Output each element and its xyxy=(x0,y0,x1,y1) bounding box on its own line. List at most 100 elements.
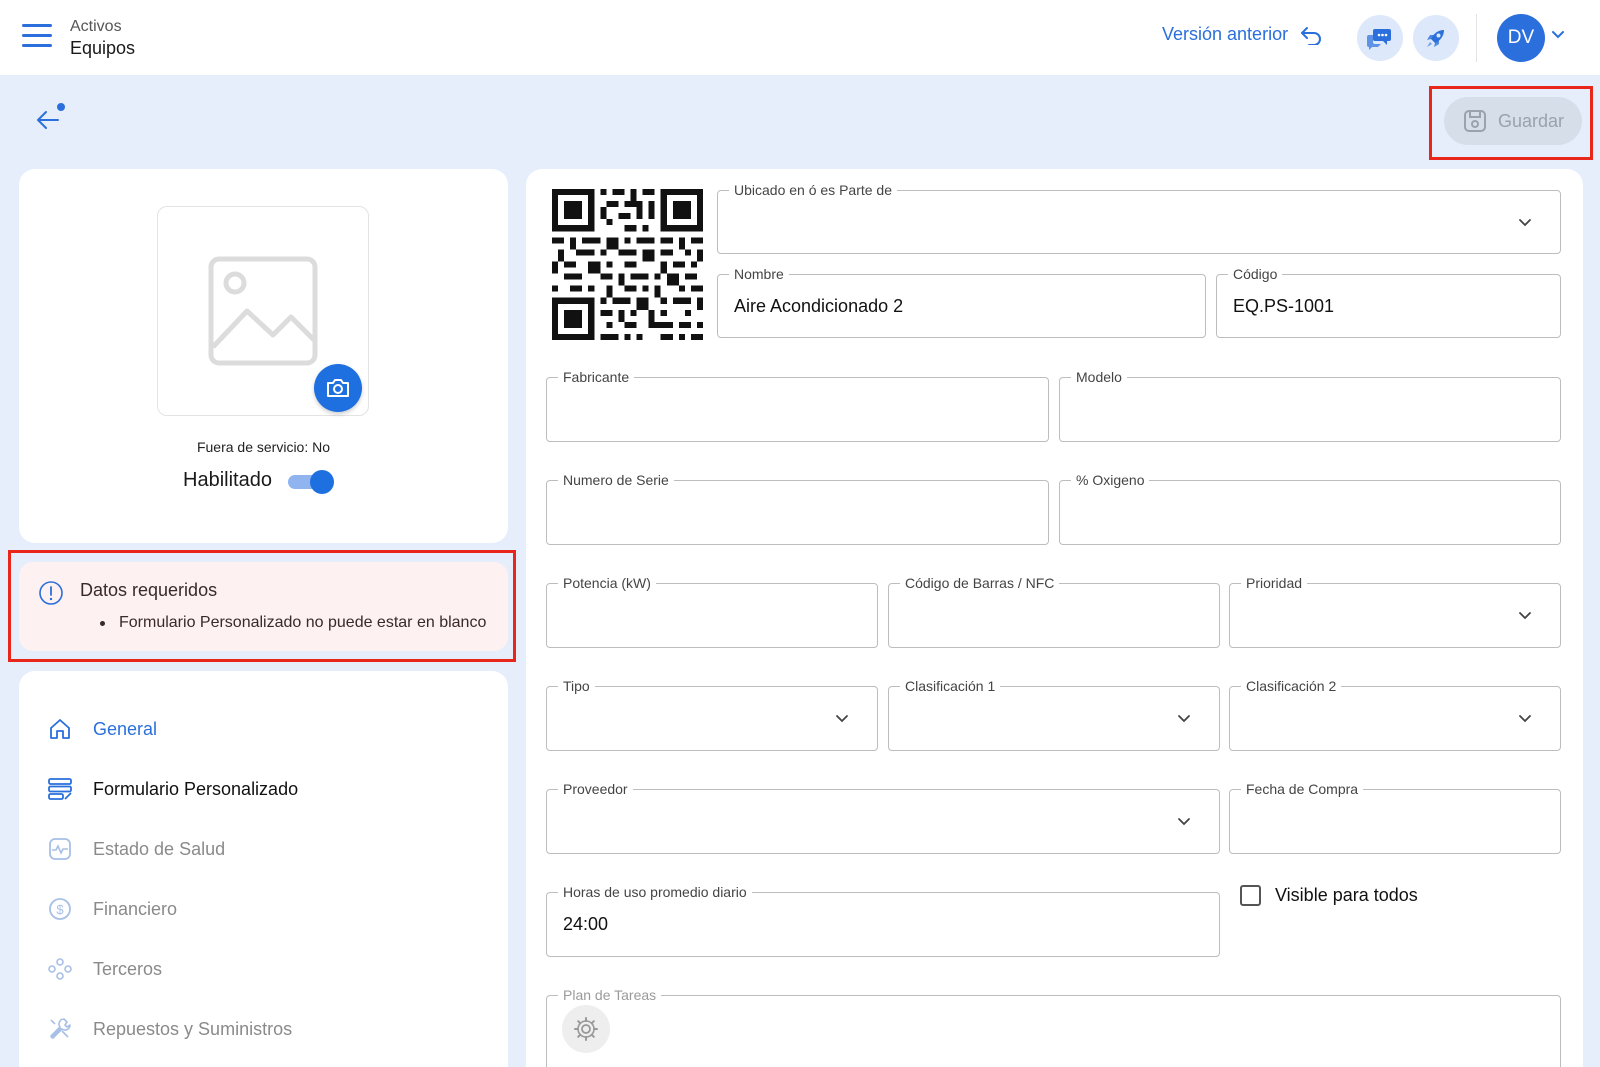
section-nav: General Formulario Personalizado Estado … xyxy=(19,671,508,1067)
image-placeholder-icon xyxy=(208,256,318,366)
field-label: Numero de Serie xyxy=(558,471,674,489)
supplier-select[interactable]: Proveedor xyxy=(546,780,1220,854)
field-label: Fabricante xyxy=(558,368,635,386)
home-icon xyxy=(50,719,70,739)
save-label: Guardar xyxy=(1497,110,1565,131)
nav-item-third-parties[interactable]: Terceros xyxy=(47,949,162,989)
tools-icon xyxy=(50,1018,71,1039)
field-label: Proveedor xyxy=(558,780,633,798)
enabled-row: Habilitado xyxy=(183,469,334,494)
location-parent-select[interactable]: Ubicado en ó es Parte de xyxy=(717,181,1561,254)
field-label: Clasificación 2 xyxy=(1241,677,1342,695)
nav-item-health[interactable]: Estado de Salud xyxy=(47,829,225,869)
nav-item-general[interactable]: General xyxy=(47,709,157,749)
qr-code[interactable] xyxy=(552,189,703,340)
save-button[interactable]: Guardar xyxy=(1444,97,1582,145)
field-label: Potencia (kW) xyxy=(558,574,656,592)
required-data-alert: Datos requeridos Formulario Personalizad… xyxy=(19,562,508,651)
chevron-down-icon xyxy=(1519,715,1531,723)
rocket-icon xyxy=(1427,30,1444,47)
page-title: Equipos xyxy=(70,38,136,58)
purchase-date-field[interactable]: Fecha de Compra xyxy=(1229,780,1561,854)
code-field[interactable]: Código EQ.PS-1001 xyxy=(1216,265,1561,338)
chat-support-button[interactable] xyxy=(1357,15,1403,61)
upload-photo-button[interactable] xyxy=(314,364,362,412)
info-icon xyxy=(39,581,63,605)
previous-version-link[interactable]: Versión anterior xyxy=(1162,24,1322,45)
nav-item-label: Repuestos y Suministros xyxy=(93,1018,293,1039)
barcode-nfc-field[interactable]: Código de Barras / NFC xyxy=(888,574,1220,648)
chevron-down-icon[interactable] xyxy=(1551,30,1565,40)
task-plan-field: Plan de Tareas xyxy=(546,986,1561,1067)
serial-number-field[interactable]: Numero de Serie xyxy=(546,471,1049,545)
field-label: Nombre xyxy=(729,265,789,283)
classification-1-select[interactable]: Clasificación 1 xyxy=(888,677,1220,751)
breadcrumb-parent[interactable]: Activos xyxy=(70,17,135,37)
model-field[interactable]: Modelo xyxy=(1059,368,1561,442)
checkbox-label: Visible para todos xyxy=(1275,885,1418,905)
out-of-service-status: Fuera de servicio: No xyxy=(196,439,331,455)
name-field[interactable]: Nombre Aire Acondicionado 2 xyxy=(717,265,1206,338)
launch-button[interactable] xyxy=(1413,15,1459,61)
unsaved-indicator-dot xyxy=(57,103,65,111)
enabled-label: Habilitado xyxy=(183,469,272,491)
alert-item-text: Formulario Personalizado no puede estar … xyxy=(119,614,487,631)
nav-item-label: Estado de Salud xyxy=(93,838,226,859)
oxygen-field[interactable]: % Oxigeno xyxy=(1059,471,1561,545)
form-icon xyxy=(48,778,72,800)
asset-photo-card: Fuera de servicio: No Habilitado xyxy=(19,169,508,543)
bullet xyxy=(100,620,105,626)
menu-icon[interactable] xyxy=(22,24,52,50)
nav-item-spare-parts[interactable]: Repuestos y Suministros xyxy=(47,1009,292,1049)
camera-icon xyxy=(327,379,349,397)
alert-title: Datos requeridos xyxy=(80,580,218,600)
gear-icon xyxy=(574,1017,598,1041)
field-label: % Oxigeno xyxy=(1071,471,1150,489)
field-label: Ubicado en ó es Parte de xyxy=(729,181,897,199)
alert-item: Formulario Personalizado no puede estar … xyxy=(80,614,486,632)
dollar-icon: $ xyxy=(49,898,71,920)
nav-item-label: Formulario Personalizado xyxy=(93,778,299,799)
previous-version-label: Versión anterior xyxy=(1162,24,1289,44)
checkbox[interactable] xyxy=(1240,885,1261,906)
field-label: Fecha de Compra xyxy=(1241,780,1364,798)
header-divider xyxy=(1476,14,1477,62)
field-label: Modelo xyxy=(1071,368,1127,386)
nav-item-custom-form[interactable]: Formulario Personalizado xyxy=(47,769,298,809)
people-icon xyxy=(48,958,72,980)
field-label: Prioridad xyxy=(1241,574,1308,592)
chevron-down-icon xyxy=(1519,612,1531,620)
field-value: Aire Acondicionado 2 xyxy=(734,296,904,316)
field-label: Clasificación 1 xyxy=(900,677,1001,695)
field-value: 24:00 xyxy=(563,914,609,934)
chevron-down-icon xyxy=(1519,219,1531,227)
manufacturer-field[interactable]: Fabricante xyxy=(546,368,1049,442)
avatar[interactable]: DV xyxy=(1497,14,1545,62)
field-label: Código de Barras / NFC xyxy=(900,574,1060,592)
chevron-down-icon xyxy=(1178,715,1190,723)
health-icon xyxy=(49,838,71,860)
nav-item-financial[interactable]: $ Financiero xyxy=(47,889,177,929)
chevron-down-icon xyxy=(1178,818,1190,826)
svg-text:$: $ xyxy=(56,902,64,917)
power-field[interactable]: Potencia (kW) xyxy=(546,574,878,648)
priority-select[interactable]: Prioridad xyxy=(1229,574,1561,648)
field-label: Código xyxy=(1228,265,1283,283)
nav-item-label: General xyxy=(93,718,158,739)
type-select[interactable]: Tipo xyxy=(546,677,878,751)
nav-item-label: Terceros xyxy=(93,958,163,979)
task-plan-settings-button[interactable] xyxy=(562,1005,610,1053)
save-icon xyxy=(1463,110,1486,132)
breadcrumb: Activos Equipos xyxy=(70,17,135,59)
daily-usage-hours-field[interactable]: Horas de uso promedio diario 24:00 xyxy=(546,883,1220,957)
field-value: EQ.PS-1001 xyxy=(1233,296,1335,316)
top-bar: Activos Equipos Versión anterior DV xyxy=(0,0,1600,75)
field-label: Horas de uso promedio diario xyxy=(558,883,752,901)
field-label: Tipo xyxy=(558,677,595,695)
nav-item-label: Financiero xyxy=(93,898,178,919)
visible-to-all-checkbox[interactable]: Visible para todos xyxy=(1240,885,1418,906)
undo-icon xyxy=(1301,26,1322,45)
chevron-down-icon xyxy=(836,715,848,723)
classification-2-select[interactable]: Clasificación 2 xyxy=(1229,677,1561,751)
enabled-toggle[interactable] xyxy=(287,469,334,494)
